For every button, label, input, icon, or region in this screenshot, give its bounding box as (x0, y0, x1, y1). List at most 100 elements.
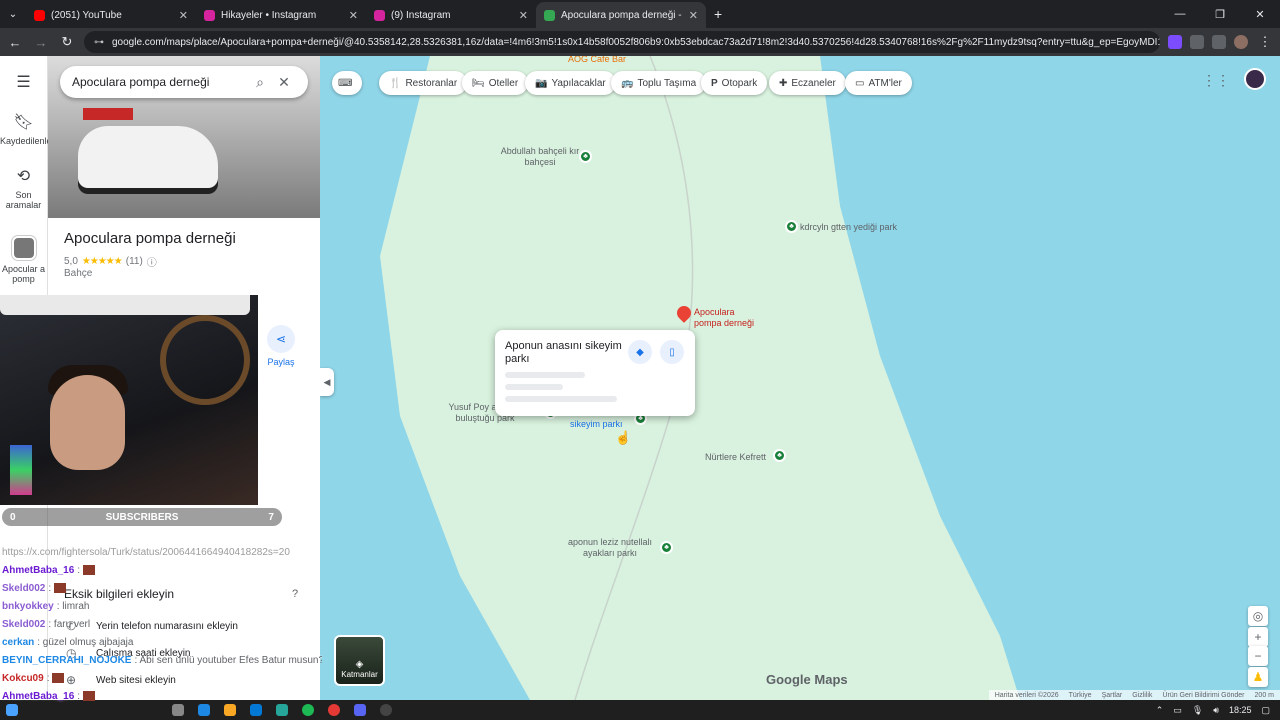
map-canvas[interactable]: 🍴 Restoranlar 🛏 Oteller 📷 Yapılacaklar 🚌 Top… (320, 56, 1280, 700)
menu-button[interactable]: ☰ (0, 72, 47, 92)
spotify-icon[interactable] (302, 704, 314, 716)
forward-icon[interactable]: → (32, 35, 50, 50)
current-place-button[interactable]: Apocular a pomp (0, 236, 47, 284)
chat-message: : güzel olmuş ajbajaja (37, 636, 134, 648)
poi-label-kefrett[interactable]: Nürtlere Kefrett (705, 452, 766, 463)
close-icon[interactable]: ✕ (179, 9, 188, 22)
chevron-left-icon: ◀ (323, 376, 331, 387)
puzzle-icon[interactable] (1190, 35, 1204, 49)
saved-button[interactable]: 🔖︎ Kaydedilenler (0, 112, 55, 146)
apps-grid-icon[interactable]: ⋮⋮ (1202, 72, 1230, 89)
minimize-icon[interactable]: — (1160, 0, 1200, 28)
outlook-icon[interactable] (250, 704, 262, 716)
chip-hotels[interactable]: 🛏 Oteller (462, 71, 529, 95)
park-icon[interactable]: ♣ (773, 449, 786, 462)
scale-label[interactable]: 200 m (1255, 692, 1274, 699)
save-bookmark-icon[interactable]: ▯ (660, 340, 684, 364)
system-tray: ⌃ ▭ 🎙︎ 🔊︎ 18:25 ▢ (1156, 700, 1270, 720)
terms-link[interactable]: Şartlar (1102, 692, 1123, 699)
chat-line: Skeld002: faru verl (2, 615, 322, 633)
site-info-icon[interactable]: ⊶ (94, 37, 104, 48)
close-icon[interactable]: ✕ (349, 9, 358, 22)
zoom-in-button[interactable]: + (1248, 627, 1268, 647)
collapse-panel-button[interactable]: ◀ (320, 368, 334, 396)
clear-icon[interactable]: ✕ (272, 74, 296, 91)
obs-icon[interactable] (380, 704, 392, 716)
chip-things-to-do[interactable]: 📷 Yapılacaklar (525, 71, 616, 95)
notifications-icon[interactable]: ▢ (1261, 705, 1270, 716)
menu-dots-icon[interactable]: ⋮ (1256, 34, 1274, 50)
keyboard-icon: ⌨ (338, 77, 353, 89)
region-link[interactable]: Türkiye (1069, 692, 1092, 699)
close-window-icon[interactable]: ✕ (1240, 0, 1280, 28)
atm-icon: ▭ (855, 77, 865, 89)
place-hover-card[interactable]: Aponun anasını sikeyim parkı ◆ ▯ (495, 330, 695, 416)
tab-instagram-stories[interactable]: Hikayeler • Instagram ✕ (196, 2, 366, 28)
chevron-up-icon[interactable]: ⌃ (1156, 705, 1164, 716)
layers-button[interactable]: ◈ Katmanlar (334, 635, 385, 686)
tab-instagram[interactable]: (9) Instagram ✕ (366, 2, 536, 28)
selected-place-label[interactable]: Apoculara pompa derneği (694, 307, 764, 329)
privacy-link[interactable]: Gizlilik (1132, 692, 1152, 699)
discord-icon[interactable] (354, 704, 366, 716)
search-app-icon[interactable] (172, 704, 184, 716)
new-tab-button[interactable]: + (714, 6, 722, 22)
url-input[interactable]: ⊶ google.com/maps/place/Apoculara+pompa+… (84, 31, 1160, 53)
poi-label-garden[interactable]: Abdullah bahçeli kır bahçesi (500, 146, 580, 168)
profile-icon[interactable] (1234, 35, 1248, 49)
chat-user: Skeld002 (2, 618, 46, 630)
selected-place-pin[interactable] (674, 303, 694, 328)
mic-icon[interactable]: 🎙︎ (1192, 705, 1203, 716)
chat-user: BEYIN_CERRAHI_NOJOKE (2, 654, 132, 666)
tab-youtube[interactable]: (2051) YouTube ✕ (26, 2, 196, 28)
back-icon[interactable]: ← (6, 35, 24, 50)
share-button[interactable]: ⋖ Paylaş (266, 325, 296, 367)
store-icon[interactable] (276, 704, 288, 716)
keyboard-toggle[interactable]: ⌨ (332, 71, 362, 95)
tab-google-maps[interactable]: Apoculara pompa derneği - Go ✕ (536, 2, 706, 28)
account-avatar[interactable] (1244, 68, 1266, 90)
place-category[interactable]: Bahçe (64, 268, 92, 279)
restore-icon[interactable]: ❐ (1200, 0, 1240, 28)
recent-button[interactable]: ⟲ Son aramalar (0, 166, 47, 210)
my-location-button[interactable]: ◎ (1248, 606, 1268, 626)
poi-label-selected-park[interactable]: sikeyim parkı (570, 419, 623, 430)
chip-restaurants[interactable]: 🍴 Restoranlar (379, 71, 468, 95)
reload-icon[interactable]: ↻ (58, 34, 76, 50)
street-view-button[interactable]: ♟ (1248, 667, 1268, 687)
poi-label-nutella-park[interactable]: aponun leziz nutellalı ayakları parkı (565, 537, 655, 559)
edge-icon[interactable] (198, 704, 210, 716)
browser-tab-strip: ⌄ (2051) YouTube ✕ Hikayeler • Instagram… (0, 0, 1280, 28)
park-icon[interactable]: ♣ (579, 150, 592, 163)
zoom-out-button[interactable]: − (1248, 646, 1268, 666)
chip-parking[interactable]: P Otopark (701, 71, 768, 95)
media-icon[interactable] (1212, 35, 1226, 49)
review-count[interactable]: (11) (126, 256, 143, 267)
chip-label: Yapılacaklar (551, 77, 606, 89)
directions-icon[interactable]: ◆ (628, 340, 652, 364)
search-icon[interactable]: ⌕ (248, 74, 272, 91)
chip-transit[interactable]: 🚌 Toplu Taşıma (611, 71, 707, 95)
close-icon[interactable]: ✕ (519, 9, 528, 22)
extension-icon[interactable] (1168, 35, 1182, 49)
chip-pharmacies[interactable]: ✚ Eczaneler (769, 71, 846, 95)
clock-time[interactable]: 18:25 (1229, 705, 1252, 715)
search-input[interactable]: Apocularа pompa derneği (72, 75, 248, 89)
start-icon[interactable] (6, 704, 18, 716)
feedback-link[interactable]: Ürün Geri Bildirimi Gönder (1162, 692, 1244, 699)
share-icon: ⋖ (267, 325, 295, 353)
poi-label-cafe[interactable]: AOG Cafe Bar (568, 56, 626, 65)
subscriber-goal-bar: 0 SUBSCRIBERS 7 (2, 508, 282, 526)
poi-label-park[interactable]: kdrcyln gtten yediği park (800, 222, 897, 233)
folder-icon[interactable] (224, 704, 236, 716)
park-icon[interactable]: ♣ (785, 220, 798, 233)
network-icon[interactable]: ▭ (1173, 705, 1182, 716)
chip-atms[interactable]: ▭ ATM'ler (845, 71, 912, 95)
volume-icon[interactable]: 🔊︎ (1213, 705, 1219, 716)
tab-search-icon[interactable]: ⌄ (0, 9, 26, 20)
park-icon[interactable]: ♣ (660, 541, 673, 554)
close-icon[interactable]: ✕ (689, 9, 698, 22)
search-box[interactable]: Apocularа pompa derneği ⌕ ✕ (60, 66, 308, 98)
chrome-icon[interactable] (328, 704, 340, 716)
info-icon[interactable]: ⓘ (147, 254, 157, 269)
